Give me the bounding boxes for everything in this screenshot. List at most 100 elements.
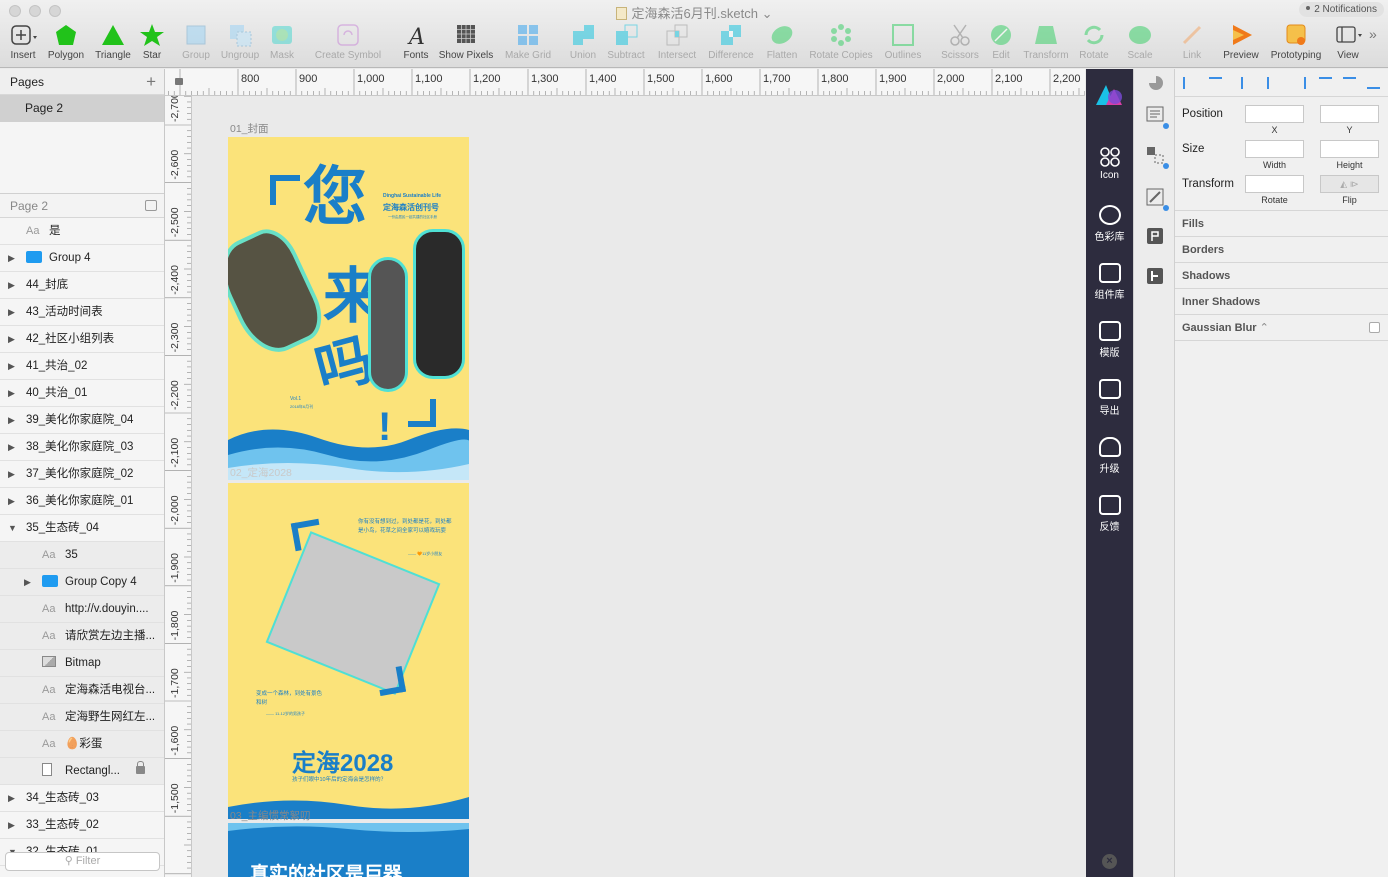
lock-icon[interactable] [136, 761, 145, 774]
artboard-label[interactable]: 03_主编惯常絮叨 [230, 808, 311, 823]
horizontal-ruler[interactable]: 800 900 1,000 1,100 1,200 1,300 1,400 1,500 1,60… [165, 69, 1085, 96]
union-button[interactable]: Union [567, 22, 599, 64]
align-top-icon[interactable] [1319, 77, 1332, 89]
ungroup-button[interactable]: Ungroup [218, 22, 262, 64]
disclosure-closed-icon[interactable]: ▶ [8, 272, 18, 298]
collapse-groups-icon[interactable] [145, 200, 157, 211]
layer-row[interactable]: ▶ 44_封底 [0, 272, 164, 299]
align-bottom-icon[interactable] [1367, 77, 1380, 89]
group-button[interactable]: Group [180, 22, 212, 64]
gaussian-blur-section[interactable]: Gaussian Blur ⌃ [1175, 315, 1388, 341]
align-right-icon[interactable] [1293, 77, 1306, 89]
disclosure-closed-icon[interactable]: ▶ [8, 299, 18, 325]
plugin-item-feedback-chat[interactable]: 反馈 [1086, 495, 1133, 533]
link-button[interactable]: Link [1176, 22, 1208, 64]
subtract-button[interactable]: Subtract [604, 22, 648, 64]
layer-row[interactable]: ▶ Group Copy 4 [0, 569, 164, 596]
layer-row[interactable]: ▶ 33_生态砖_02 [0, 812, 164, 839]
disclosure-closed-icon[interactable]: ▶ [8, 326, 18, 352]
blur-type-stepper-icon[interactable]: ⌃ [1260, 322, 1269, 334]
plugin-item-export-terminal[interactable]: 导出 [1086, 379, 1133, 417]
position-x-input[interactable] [1245, 105, 1304, 123]
inner-shadows-section[interactable]: Inner Shadows [1175, 289, 1388, 315]
view-button[interactable]: View [1331, 22, 1365, 64]
rotate-input[interactable] [1245, 175, 1304, 193]
layer-row[interactable]: ▶ 42_社区小组列表 [0, 326, 164, 353]
disclosure-closed-icon[interactable]: ▶ [8, 245, 18, 271]
page-item[interactable]: Page 2 [0, 95, 164, 122]
ruler-lock-icon[interactable] [175, 78, 183, 85]
plugin-item-components[interactable]: 组件库 [1086, 263, 1133, 301]
disclosure-closed-icon[interactable]: ▶ [8, 461, 18, 487]
layer-row[interactable]: ▶ 38_美化你家庭院_03 [0, 434, 164, 461]
disclosure-closed-icon[interactable]: ▶ [8, 812, 18, 838]
preview-button[interactable]: Preview [1219, 22, 1263, 64]
layer-row[interactable]: ▶ 40_共治_01 [0, 380, 164, 407]
layer-row[interactable]: ▶ 34_生态砖_03 [0, 785, 164, 812]
plugin-item-palette[interactable]: 色彩库 [1086, 205, 1133, 243]
vertical-ruler[interactable]: -2,700 -2,600 -2,500 -2,400 -2,300 -2,200 -2,1… [165, 96, 192, 877]
layer-row[interactable]: Bitmap [0, 650, 164, 677]
edit-path-tab-icon[interactable] [1145, 187, 1169, 211]
layer-row[interactable]: ▼ 35_生态砖_04 [0, 515, 164, 542]
layer-row[interactable]: ▶ 39_美化你家庭院_04 [0, 407, 164, 434]
distribute-horizontal-icon[interactable] [1183, 77, 1196, 89]
disclosure-closed-icon[interactable]: ▶ [8, 434, 18, 460]
layer-list-tab-icon[interactable] [1145, 105, 1169, 129]
layer-filter-input[interactable]: ⚲ Filter [5, 852, 160, 871]
toolbar-overflow-chevron-icon[interactable]: » [1369, 26, 1377, 42]
layer-row[interactable]: Aa 定海野生网红左... [0, 704, 164, 731]
layer-row[interactable]: Aa 定海森活电视台... [0, 677, 164, 704]
disclosure-closed-icon[interactable]: ▶ [8, 380, 18, 406]
artboard-label[interactable]: 02_定海2028 [230, 465, 292, 480]
borders-section[interactable]: Borders [1175, 237, 1388, 263]
plugin-close-icon[interactable]: × [1102, 854, 1117, 869]
star-button[interactable]: Star [137, 22, 167, 64]
height-input[interactable] [1320, 140, 1379, 158]
align-left-icon[interactable] [1241, 77, 1254, 89]
layer-row[interactable]: ▶ 37_美化你家庭院_02 [0, 461, 164, 488]
layer-row[interactable]: Aa 🥚彩蛋 [0, 731, 164, 758]
transform-button[interactable]: Transform [1020, 22, 1072, 64]
layer-row[interactable]: ▶ 43_活动时间表 [0, 299, 164, 326]
color-picker-tab-icon[interactable] [1145, 73, 1165, 93]
layer-row[interactable]: ▶ 36_美化你家庭院_01 [0, 488, 164, 515]
align-middle-icon[interactable] [1343, 77, 1356, 89]
create-symbol-button[interactable]: Create Symbol [310, 22, 386, 64]
mask-button[interactable]: Mask [267, 22, 297, 64]
layer-row[interactable]: Aa 是 [0, 218, 164, 245]
outlines-button[interactable]: Outlines [882, 22, 924, 64]
disclosure-closed-icon[interactable]: ▶ [8, 785, 18, 811]
artboard-cover[interactable]: Dinghai Sustainable Life 定海森活创刊号 一份由居民一起… [228, 137, 469, 480]
disclosure-open-icon[interactable]: ▼ [8, 515, 18, 541]
scissors-button[interactable]: Scissors [938, 22, 982, 64]
layer-row[interactable]: Rectangl... [0, 758, 164, 785]
disclosure-closed-icon[interactable]: ▶ [8, 488, 18, 514]
plugin-tab-icon-2[interactable] [1145, 266, 1165, 286]
triangle-button[interactable]: Triangle [92, 22, 134, 64]
layer-row[interactable]: Aa 请欣赏左边主播... [0, 623, 164, 650]
fonts-button[interactable]: A Fonts [400, 22, 432, 64]
disclosure-closed-icon[interactable]: ▶ [8, 407, 18, 433]
plugin-item-icon-grid[interactable]: Icon [1086, 147, 1133, 181]
prototyping-button[interactable]: Prototyping [1266, 22, 1326, 64]
plugin-tab-icon-1[interactable] [1145, 226, 1165, 246]
make-grid-button[interactable]: Make Grid [502, 22, 554, 64]
flatten-button[interactable]: Flatten [763, 22, 801, 64]
difference-button[interactable]: Difference [704, 22, 758, 64]
artboard-editor-notes[interactable]: 真实的社区是巨器 [228, 823, 469, 877]
layer-row[interactable]: ▶ 41_共治_02 [0, 353, 164, 380]
scale-button[interactable]: Scale [1123, 22, 1157, 64]
plugin-logo-icon[interactable] [1092, 79, 1126, 109]
align-center-icon[interactable] [1267, 77, 1280, 89]
show-pixels-button[interactable]: Show Pixels [436, 22, 496, 64]
select-tab-icon[interactable] [1145, 145, 1169, 169]
rotate-button[interactable]: Rotate [1076, 22, 1112, 64]
disclosure-closed-icon[interactable]: ▶ [8, 353, 18, 379]
fills-section[interactable]: Fills [1175, 211, 1388, 237]
shadows-section[interactable]: Shadows [1175, 263, 1388, 289]
width-input[interactable] [1245, 140, 1304, 158]
artboard-label[interactable]: 01_封面 [230, 121, 269, 136]
artboard-dinghai-2028[interactable]: 你有没有想到过，到处都是花，到处都是小鸟，花草之间全家可以嬉戏玩耍 —— 🧡11… [228, 483, 469, 819]
layer-row[interactable]: ▶ Group 4 [0, 245, 164, 272]
